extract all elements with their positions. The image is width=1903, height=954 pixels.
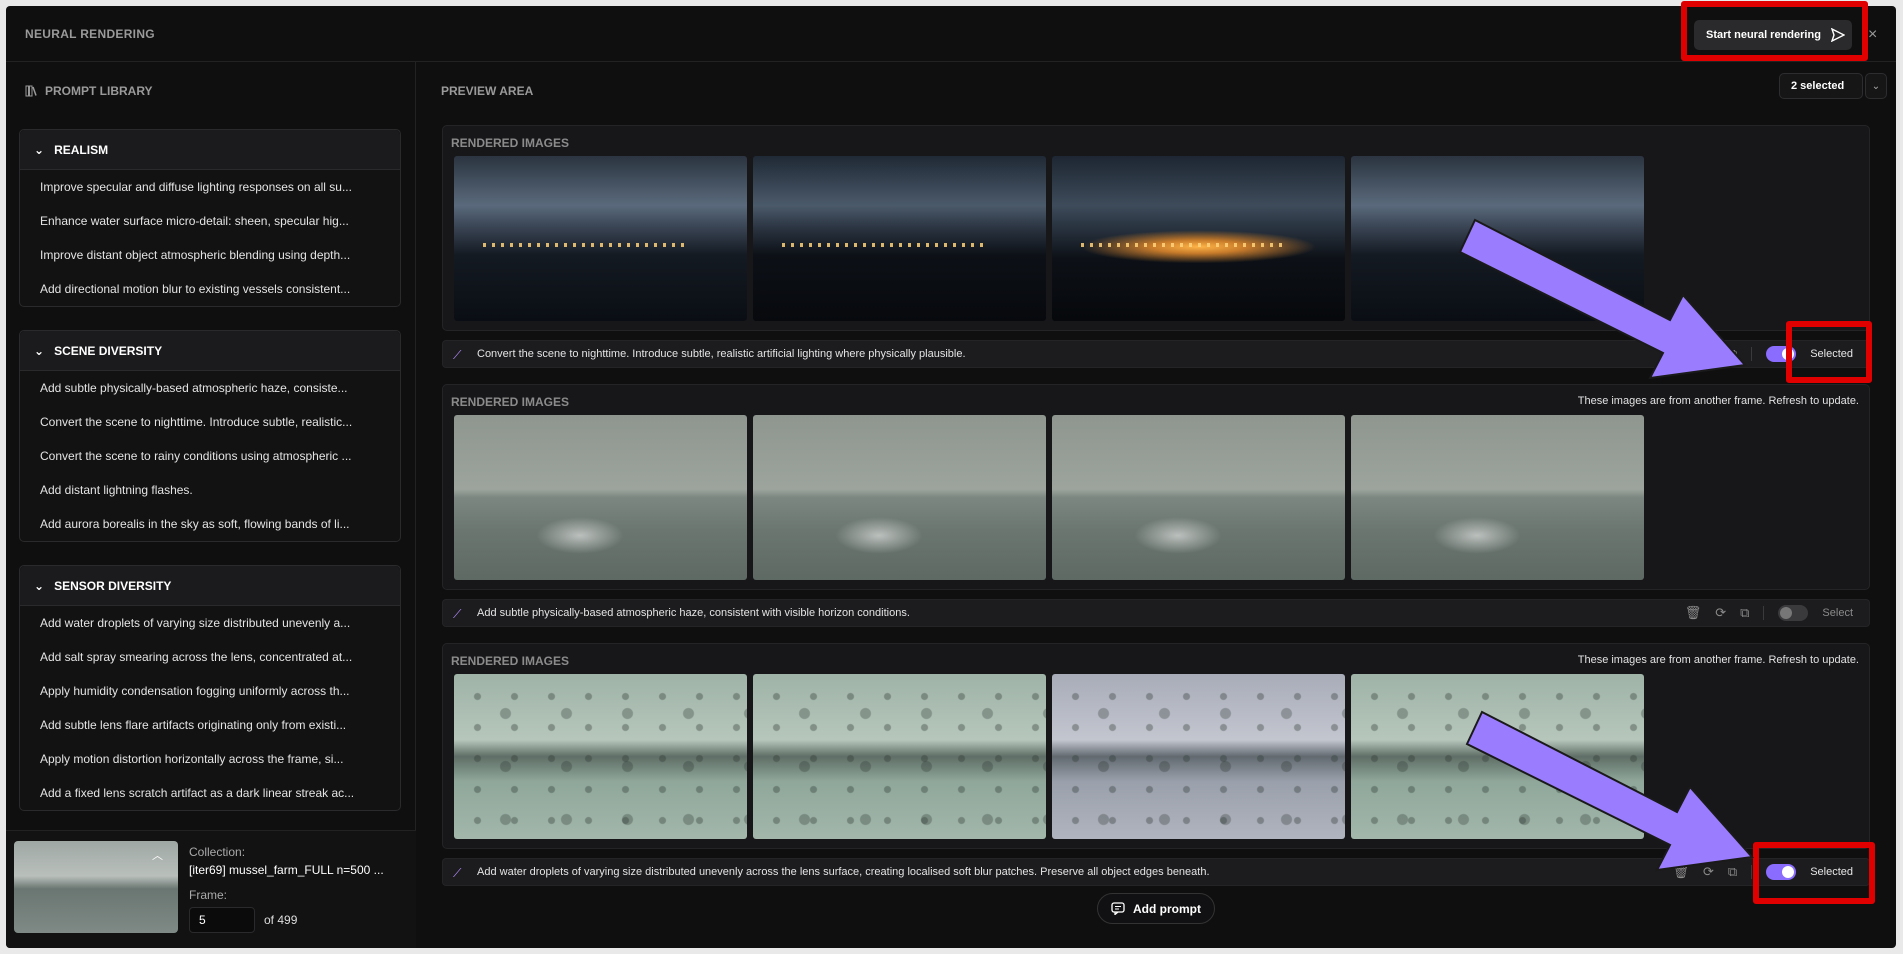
stale-frame-note: These images are from another frame. Ref…: [1577, 395, 1859, 407]
prompt-item[interactable]: Add directional motion blur to existing …: [20, 272, 400, 306]
section-title: REALISM: [54, 142, 109, 157]
collection-panel: ︿ Collection: [iter69] mussel_farm_FULL …: [6, 830, 416, 948]
prompt-library-panel: PROMPT LIBRARY ⌄ REALISM Improve specula…: [6, 62, 416, 948]
section-header-realism[interactable]: ⌄ REALISM: [20, 130, 400, 170]
prompt-item[interactable]: Improve specular and diffuse lighting re…: [20, 170, 400, 204]
trash-icon[interactable]: 🗑: [1685, 605, 1702, 621]
prompt-item[interactable]: Convert the scene to rainy conditions us…: [20, 439, 400, 473]
rendered-image[interactable]: [753, 415, 1046, 580]
rendered-image[interactable]: [1052, 156, 1345, 321]
library-icon: [25, 85, 37, 97]
rendered-image[interactable]: [454, 415, 747, 580]
preview-area-title: PREVIEW AREA: [441, 84, 534, 98]
rendered-images-label: RENDERED IMAGES: [451, 395, 570, 409]
add-prompt-button[interactable]: Add prompt: [1097, 893, 1215, 924]
app-title: NEURAL RENDERING: [25, 27, 155, 41]
prompt-library-title: PROMPT LIBRARY: [45, 84, 153, 98]
chevron-down-icon: ⌄: [34, 578, 45, 593]
rendered-image[interactable]: [454, 674, 747, 839]
prompt-item[interactable]: Apply humidity condensation fogging unif…: [20, 674, 400, 708]
prompt-item[interactable]: Add distant lightning flashes.: [20, 473, 400, 507]
rendered-image[interactable]: [1052, 415, 1345, 580]
prompt-library-header: PROMPT LIBRARY: [25, 84, 153, 98]
collection-label: Collection:: [189, 845, 246, 859]
magic-wand-icon: ⟋: [453, 348, 462, 362]
selected-count-dropdown[interactable]: 2 selected: [1779, 73, 1863, 99]
magic-wand-icon: ⟋: [453, 866, 462, 880]
prompt-item[interactable]: Improve distant object atmospheric blend…: [20, 238, 400, 272]
magic-wand-icon: ⟋: [453, 607, 462, 621]
rendered-image[interactable]: [753, 156, 1046, 321]
select-toggle[interactable]: [1778, 605, 1809, 621]
annotation-arrow: [1458, 218, 1747, 380]
prompt-item[interactable]: Add water droplets of varying size distr…: [20, 606, 400, 640]
prompt-item[interactable]: Apply motion distortion horizontally acr…: [20, 742, 400, 776]
prompt-item[interactable]: Add subtle physically-based atmospheric …: [20, 371, 400, 405]
prompt-item[interactable]: Enhance water surface micro-detail: shee…: [20, 204, 400, 238]
rendered-image[interactable]: [753, 674, 1046, 839]
stale-frame-note: These images are from another frame. Ref…: [1577, 654, 1859, 666]
card-prompt-text: Add water droplets of varying size distr…: [477, 866, 1210, 878]
chevron-up-icon[interactable]: ︿: [152, 847, 163, 863]
section-title: SENSOR DIVERSITY: [54, 578, 172, 593]
highlight-box-start-button: [1681, 1, 1868, 61]
section-realism: ⌄ REALISM Improve specular and diffuse l…: [19, 129, 401, 307]
prompt-item[interactable]: Add a fixed lens scratch artifact as a d…: [20, 776, 400, 810]
card-prompt-text: Add subtle physically-based atmospheric …: [477, 607, 910, 619]
copy-icon[interactable]: ⧉: [1740, 605, 1749, 621]
frame-label: Frame:: [189, 888, 228, 902]
add-prompt-label: Add prompt: [1133, 901, 1201, 916]
frame-total: of 499: [264, 913, 298, 927]
annotation-arrow: [1465, 710, 1754, 872]
highlight-box-selected-toggle: [1786, 321, 1872, 383]
frame-input[interactable]: [189, 907, 255, 933]
prompt-item[interactable]: Add subtle lens flare artifacts originat…: [20, 708, 400, 742]
chat-icon: [1111, 902, 1125, 915]
rendered-image[interactable]: [1351, 415, 1644, 580]
card-actions: 🗑 ⟳ ⧉ Select: [1685, 600, 1853, 626]
toggle-label: Select: [1822, 607, 1853, 619]
chevron-down-icon: ⌄: [34, 343, 45, 358]
highlight-box-selected-toggle: [1753, 842, 1875, 904]
rendered-image[interactable]: [1052, 674, 1345, 839]
refresh-icon[interactable]: ⟳: [1715, 605, 1726, 621]
section-title: SCENE DIVERSITY: [54, 343, 163, 358]
section-header-sensor-diversity[interactable]: ⌄ SENSOR DIVERSITY: [20, 566, 400, 606]
prompt-item[interactable]: Add aurora borealis in the sky as soft, …: [20, 507, 400, 541]
card-prompt-text: Convert the scene to nighttime. Introduc…: [477, 348, 966, 360]
chevron-down-icon: ⌄: [34, 142, 45, 157]
section-header-scene-diversity[interactable]: ⌄ SCENE DIVERSITY: [20, 331, 400, 371]
top-bar: NEURAL RENDERING Start neural rendering …: [6, 6, 1896, 62]
section-sensor-diversity: ⌄ SENSOR DIVERSITY Add water droplets of…: [19, 565, 401, 811]
collection-value: [iter69] mussel_farm_FULL n=500 ...: [189, 863, 384, 877]
toggle-knob: [1780, 607, 1793, 619]
prompt-item[interactable]: Add salt spray smearing across the lens,…: [20, 640, 400, 674]
divider: [1763, 606, 1765, 620]
prompt-item[interactable]: Convert the scene to nighttime. Introduc…: [20, 405, 400, 439]
close-icon[interactable]: ×: [1868, 26, 1877, 44]
rendered-image[interactable]: [454, 156, 747, 321]
section-scene-diversity: ⌄ SCENE DIVERSITY Add subtle physically-…: [19, 330, 401, 542]
rendered-images-label: RENDERED IMAGES: [451, 654, 570, 668]
render-card: RENDERED IMAGES These images are from an…: [442, 384, 1870, 590]
chevron-down-icon[interactable]: ⌄: [1865, 73, 1887, 99]
rendered-images-label: RENDERED IMAGES: [451, 136, 570, 150]
card-prompt-bar: ⟋ Add subtle physically-based atmospheri…: [442, 599, 1870, 627]
